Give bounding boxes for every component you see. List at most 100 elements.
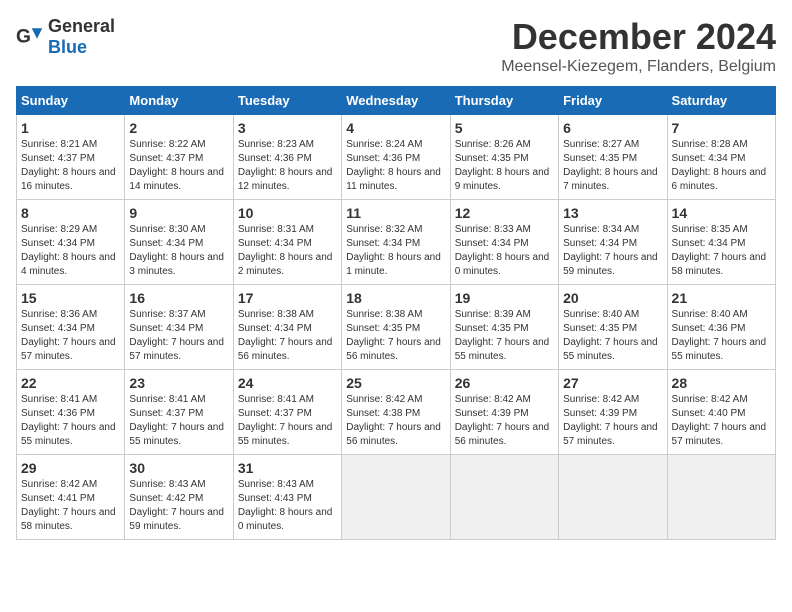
calendar-week-5: 29 Sunrise: 8:42 AMSunset: 4:41 PMDayligh… [17, 455, 776, 540]
day-info: Sunrise: 8:26 AMSunset: 4:35 PMDaylight:… [455, 138, 554, 194]
day-info: Sunrise: 8:33 AMSunset: 4:34 PMDaylight:… [455, 223, 554, 279]
day-info: Sunrise: 8:24 AMSunset: 4:36 PMDaylight:… [346, 138, 445, 194]
calendar-cell: 31 Sunrise: 8:43 AMSunset: 4:43 PMDayligh… [233, 455, 341, 540]
day-number: 20 [563, 290, 662, 306]
day-number: 18 [346, 290, 445, 306]
calendar-cell: 29 Sunrise: 8:42 AMSunset: 4:41 PMDayligh… [17, 455, 125, 540]
calendar-week-1: 1Sunrise: 8:21 AMSunset: 4:37 PMDaylight… [17, 115, 776, 200]
calendar-cell: 10 Sunrise: 8:31 AMSunset: 4:34 PMDayligh… [233, 200, 341, 285]
calendar-cell [450, 455, 558, 540]
day-number: 19 [455, 290, 554, 306]
calendar-cell [559, 455, 667, 540]
calendar-cell: 13Sunrise: 8:34 AMSunset: 4:34 PMDayligh… [559, 200, 667, 285]
day-info: Sunrise: 8:38 AMSunset: 4:35 PMDaylight:… [346, 308, 445, 364]
day-info: Sunrise: 8:31 AMSunset: 4:34 PMDaylight:… [238, 223, 337, 279]
day-number: 13 [563, 205, 662, 221]
day-number: 31 [238, 460, 337, 476]
calendar-cell: 20 Sunrise: 8:40 AMSunset: 4:35 PMDayligh… [559, 285, 667, 370]
day-info: Sunrise: 8:41 AMSunset: 4:37 PMDaylight:… [238, 393, 337, 449]
location-title: Meensel-Kiezegem, Flanders, Belgium [501, 58, 776, 76]
day-info: Sunrise: 8:32 AMSunset: 4:34 PMDaylight:… [346, 223, 445, 279]
day-info: Sunrise: 8:36 AMSunset: 4:34 PMDaylight:… [21, 308, 120, 364]
day-number: 28 [672, 375, 771, 391]
day-number: 26 [455, 375, 554, 391]
day-number: 14 [672, 205, 771, 221]
day-number: 29 [21, 460, 120, 476]
logo-blue: Blue [48, 37, 87, 57]
weekday-tuesday: Tuesday [233, 87, 341, 115]
calendar-cell: 4 Sunrise: 8:24 AMSunset: 4:36 PMDaylight… [342, 115, 450, 200]
calendar-table: SundayMondayTuesdayWednesdayThursdayFrid… [16, 86, 776, 540]
day-number: 8 [21, 205, 120, 221]
day-info: Sunrise: 8:39 AMSunset: 4:35 PMDaylight:… [455, 308, 554, 364]
day-info: Sunrise: 8:27 AMSunset: 4:35 PMDaylight:… [563, 138, 662, 194]
calendar-cell: 24Sunrise: 8:41 AMSunset: 4:37 PMDayligh… [233, 370, 341, 455]
calendar-cell: 1Sunrise: 8:21 AMSunset: 4:37 PMDaylight… [17, 115, 125, 200]
day-number: 12 [455, 205, 554, 221]
weekday-friday: Friday [559, 87, 667, 115]
weekday-thursday: Thursday [450, 87, 558, 115]
calendar-cell: 8 Sunrise: 8:29 AMSunset: 4:34 PMDaylight… [17, 200, 125, 285]
calendar-cell: 9 Sunrise: 8:30 AMSunset: 4:34 PMDaylight… [125, 200, 233, 285]
weekday-monday: Monday [125, 87, 233, 115]
day-info: Sunrise: 8:41 AMSunset: 4:36 PMDaylight:… [21, 393, 120, 449]
day-number: 22 [21, 375, 120, 391]
calendar-cell: 19 Sunrise: 8:39 AMSunset: 4:35 PMDayligh… [450, 285, 558, 370]
calendar-cell: 26Sunrise: 8:42 AMSunset: 4:39 PMDayligh… [450, 370, 558, 455]
calendar-cell [667, 455, 775, 540]
calendar-cell: 12 Sunrise: 8:33 AMSunset: 4:34 PMDayligh… [450, 200, 558, 285]
day-info: Sunrise: 8:23 AMSunset: 4:36 PMDaylight:… [238, 138, 337, 194]
logo-general: General [48, 16, 115, 36]
day-info: Sunrise: 8:40 AMSunset: 4:36 PMDaylight:… [672, 308, 771, 364]
day-info: Sunrise: 8:42 AMSunset: 4:39 PMDaylight:… [563, 393, 662, 449]
day-number: 6 [563, 120, 662, 136]
day-number: 4 [346, 120, 445, 136]
logo-icon: G [16, 23, 44, 51]
svg-text:G: G [16, 26, 31, 47]
calendar-week-2: 8 Sunrise: 8:29 AMSunset: 4:34 PMDaylight… [17, 200, 776, 285]
weekday-header-row: SundayMondayTuesdayWednesdayThursdayFrid… [17, 87, 776, 115]
day-number: 23 [129, 375, 228, 391]
month-title: December 2024 [501, 16, 776, 58]
day-number: 25 [346, 375, 445, 391]
calendar-cell: 2 Sunrise: 8:22 AMSunset: 4:37 PMDaylight… [125, 115, 233, 200]
title-block: December 2024 Meensel-Kiezegem, Flanders… [501, 16, 776, 76]
calendar-cell: 17 Sunrise: 8:38 AMSunset: 4:34 PMDayligh… [233, 285, 341, 370]
calendar-cell [342, 455, 450, 540]
calendar-cell: 11Sunrise: 8:32 AMSunset: 4:34 PMDayligh… [342, 200, 450, 285]
day-info: Sunrise: 8:22 AMSunset: 4:37 PMDaylight:… [129, 138, 228, 194]
day-info: Sunrise: 8:40 AMSunset: 4:35 PMDaylight:… [563, 308, 662, 364]
calendar-cell: 6 Sunrise: 8:27 AMSunset: 4:35 PMDaylight… [559, 115, 667, 200]
day-number: 16 [129, 290, 228, 306]
day-number: 1 [21, 120, 120, 136]
calendar-cell: 15 Sunrise: 8:36 AMSunset: 4:34 PMDayligh… [17, 285, 125, 370]
day-info: Sunrise: 8:29 AMSunset: 4:34 PMDaylight:… [21, 223, 120, 279]
day-number: 7 [672, 120, 771, 136]
day-info: Sunrise: 8:42 AMSunset: 4:41 PMDaylight:… [21, 478, 120, 534]
day-number: 3 [238, 120, 337, 136]
calendar-week-4: 22 Sunrise: 8:41 AMSunset: 4:36 PMDayligh… [17, 370, 776, 455]
day-info: Sunrise: 8:30 AMSunset: 4:34 PMDaylight:… [129, 223, 228, 279]
calendar-cell: 5Sunrise: 8:26 AMSunset: 4:35 PMDaylight… [450, 115, 558, 200]
calendar-cell: 30Sunrise: 8:43 AMSunset: 4:42 PMDayligh… [125, 455, 233, 540]
logo: G General Blue [16, 16, 115, 58]
calendar-body: 1Sunrise: 8:21 AMSunset: 4:37 PMDaylight… [17, 115, 776, 540]
day-number: 21 [672, 290, 771, 306]
day-number: 27 [563, 375, 662, 391]
calendar-cell: 16 Sunrise: 8:37 AMSunset: 4:34 PMDayligh… [125, 285, 233, 370]
day-number: 10 [238, 205, 337, 221]
day-number: 15 [21, 290, 120, 306]
day-info: Sunrise: 8:38 AMSunset: 4:34 PMDaylight:… [238, 308, 337, 364]
calendar-cell: 23Sunrise: 8:41 AMSunset: 4:37 PMDayligh… [125, 370, 233, 455]
day-number: 17 [238, 290, 337, 306]
day-number: 30 [129, 460, 228, 476]
calendar-cell: 25 Sunrise: 8:42 AMSunset: 4:38 PMDayligh… [342, 370, 450, 455]
day-info: Sunrise: 8:42 AMSunset: 4:38 PMDaylight:… [346, 393, 445, 449]
day-number: 9 [129, 205, 228, 221]
calendar-cell: 3 Sunrise: 8:23 AMSunset: 4:36 PMDaylight… [233, 115, 341, 200]
weekday-sunday: Sunday [17, 87, 125, 115]
day-info: Sunrise: 8:28 AMSunset: 4:34 PMDaylight:… [672, 138, 771, 194]
day-number: 2 [129, 120, 228, 136]
day-info: Sunrise: 8:37 AMSunset: 4:34 PMDaylight:… [129, 308, 228, 364]
day-info: Sunrise: 8:43 AMSunset: 4:43 PMDaylight:… [238, 478, 337, 534]
